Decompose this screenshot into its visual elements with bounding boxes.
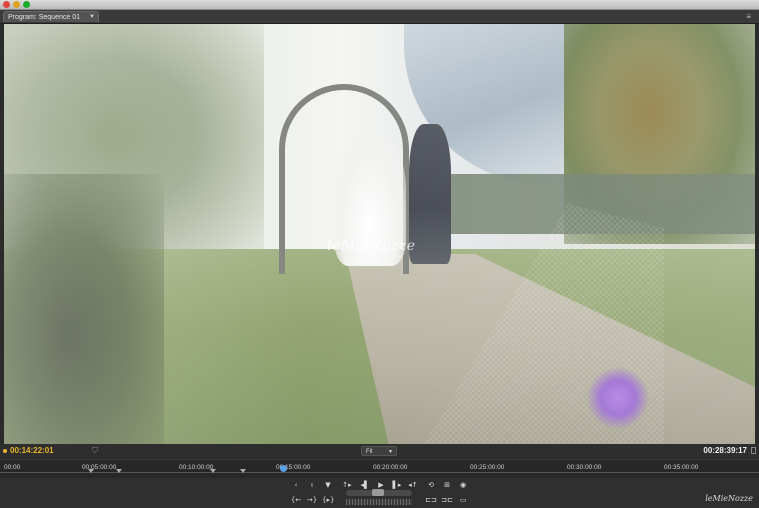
play-in-to-out-icon[interactable]: {▸} — [322, 495, 334, 506]
marker-icon[interactable] — [240, 469, 246, 473]
marker-icon[interactable] — [88, 469, 94, 473]
loop-icon[interactable]: ⟲ — [425, 480, 437, 491]
marker-icon[interactable] — [210, 469, 216, 473]
ruler-tick: 00:10:00:00 — [179, 464, 214, 471]
add-marker-icon[interactable]: ▼ — [322, 480, 334, 491]
shuttle-knob[interactable] — [372, 489, 384, 496]
tab-label: Program: Sequence 01 — [8, 14, 80, 21]
go-to-out-icon[interactable]: →} — [306, 495, 318, 506]
drop-frame-icon[interactable]: ⛉ — [92, 446, 98, 456]
zoom-select[interactable]: Fit ▼ — [361, 446, 397, 456]
in-out-icon[interactable]: ı — [306, 480, 318, 491]
duration-icon — [751, 447, 756, 454]
current-time-indicator-icon — [3, 449, 7, 453]
program-monitor-viewer: leMieNozze — [4, 24, 755, 444]
ruler-tick: 00:25:00:00 — [470, 464, 505, 471]
ruler-tick: 00:20:00:00 — [373, 464, 408, 471]
ruler-tick: 00:30:00:00 — [567, 464, 602, 471]
chevron-down-icon: ▼ — [388, 449, 393, 455]
chevron-down-icon[interactable]: ▼ — [89, 12, 95, 23]
window-titlebar — [0, 0, 759, 10]
tab-program-monitor[interactable]: Program: Sequence 01 ▼ — [3, 11, 99, 22]
ruler-line — [0, 472, 759, 473]
go-to-in-icon[interactable]: {← — [290, 495, 302, 506]
brand-logo: leMieNozze — [705, 494, 753, 503]
safe-margins-icon[interactable]: ⊞ — [441, 480, 453, 491]
lift-icon[interactable]: ⊐⊏ — [441, 495, 453, 506]
close-window-icon[interactable] — [3, 1, 10, 8]
export-frame-icon[interactable]: ▭ — [457, 495, 469, 506]
video-frame-lens-flare — [587, 367, 649, 429]
zoom-select-value: Fit — [366, 449, 373, 455]
video-watermark: leMieNozze — [327, 238, 416, 254]
playhead-handle[interactable] — [280, 465, 287, 472]
trim-icon[interactable]: ⊏⊐ — [425, 495, 437, 506]
minimize-window-icon[interactable] — [13, 1, 20, 8]
panel-header: Program: Sequence 01 ▼ ≡ — [0, 10, 759, 24]
maximize-window-icon[interactable] — [23, 1, 30, 8]
ruler-tick: 00:35:00:00 — [664, 464, 699, 471]
jog-wheel[interactable] — [346, 499, 412, 505]
ruler-tick: 00:00 — [4, 464, 21, 471]
marker-prev-icon[interactable]: ‹ — [290, 480, 302, 491]
panel-menu-icon[interactable]: ≡ — [746, 12, 751, 21]
timecode-bar: 00:14:22:01 ⛉ Fit ▼ 00:28:39:17 — [0, 444, 759, 458]
transport-controls: ‹ ı ▼ ↑▸ ◂▌ ▶ ▌▸ ◂↑ ⟲ ⊞ ◉ {← →} {▸} ⊏⊐ ⊐… — [0, 478, 759, 508]
playhead-timecode[interactable]: 00:14:22:01 — [10, 446, 54, 455]
output-icon[interactable]: ◉ — [457, 480, 469, 491]
duration-timecode: 00:28:39:17 — [703, 446, 747, 455]
time-ruler[interactable]: 00:00 00:05:00:00 00:10:00:00 00:15:00:0… — [0, 459, 759, 479]
marker-icon[interactable] — [116, 469, 122, 473]
